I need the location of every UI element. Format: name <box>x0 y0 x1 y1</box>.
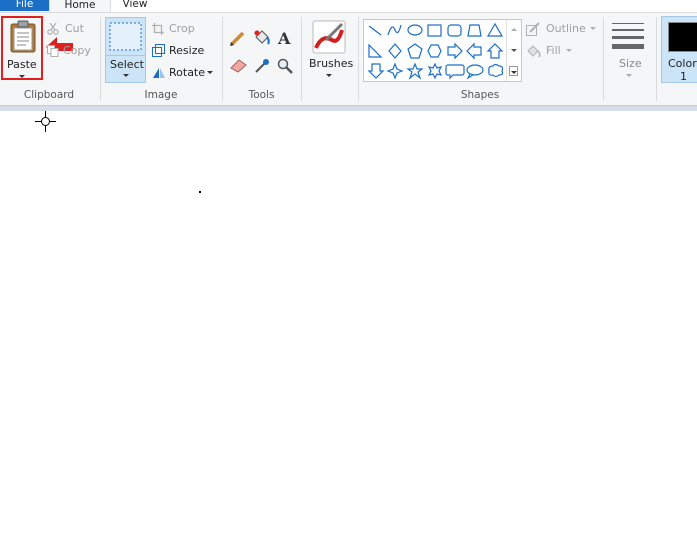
fill-icon <box>527 45 541 58</box>
resize-button[interactable]: Resize <box>152 44 207 58</box>
outline-button[interactable]: Outline <box>526 22 598 36</box>
crop-button[interactable]: Crop <box>152 22 202 36</box>
rotate-button[interactable]: Rotate <box>152 66 214 80</box>
color-picker-icon[interactable] <box>254 58 270 74</box>
line-shape-icon[interactable] <box>368 25 382 36</box>
brush-icon <box>312 20 346 54</box>
size-label: Size <box>619 57 642 70</box>
right-triangle-shape-icon[interactable] <box>368 43 383 58</box>
drawing-canvas[interactable] <box>0 111 697 537</box>
down-arrow-shape-icon[interactable] <box>367 63 385 79</box>
svg-text:A: A <box>277 30 291 46</box>
chevron-down-icon <box>326 74 332 77</box>
crop-label: Crop <box>169 22 195 35</box>
chevron-down-icon <box>19 75 25 78</box>
pentagon-shape-icon[interactable] <box>407 43 423 59</box>
scissors-icon <box>47 23 59 35</box>
rounded-rectangle-shape-icon[interactable] <box>447 24 462 37</box>
gallery-expand-icon[interactable] <box>509 66 518 76</box>
rotate-icon <box>153 68 165 78</box>
outline-icon <box>526 22 540 36</box>
select-label: Select <box>110 58 144 71</box>
fill-label: Fill <box>546 44 561 57</box>
chevron-up-icon[interactable] <box>511 28 517 31</box>
color1-button[interactable]: Color 1 <box>661 16 697 83</box>
tools-group-label: Tools <box>248 89 275 101</box>
color1-swatch <box>668 22 697 52</box>
color1-label-line2: 1 <box>680 70 687 83</box>
curve-shape-icon[interactable] <box>387 24 402 36</box>
copy-icon <box>47 45 59 57</box>
resize-label: Resize <box>169 44 205 57</box>
paste-button[interactable]: Paste <box>1 16 43 80</box>
group-separator <box>358 17 359 101</box>
brushes-label: Brushes <box>309 57 354 70</box>
polygon-shape-icon[interactable] <box>467 24 482 37</box>
chevron-down-icon[interactable] <box>511 49 517 52</box>
rotate-label: Rotate <box>169 66 206 79</box>
group-separator <box>656 17 657 101</box>
outline-label: Outline <box>546 22 586 35</box>
shapes-group-label: Shapes <box>460 89 500 101</box>
cut-label: Cut <box>65 22 84 35</box>
oval-shape-icon[interactable] <box>407 24 423 36</box>
hexagon-shape-icon[interactable] <box>427 44 442 58</box>
image-group-label: Image <box>144 89 178 101</box>
diamond-shape-icon[interactable] <box>388 43 402 59</box>
ribbon-tab-bar: File Home View <box>0 0 697 13</box>
select-button[interactable]: Select <box>105 17 146 83</box>
group-separator <box>301 17 302 101</box>
group-separator <box>603 17 604 101</box>
fill-bucket-icon[interactable] <box>253 29 271 47</box>
copy-label: Copy <box>63 44 91 57</box>
chevron-down-icon <box>566 49 572 52</box>
chevron-down-icon <box>626 74 632 77</box>
eraser-icon[interactable] <box>230 59 247 73</box>
clipboard-group-label: Clipboard <box>23 89 75 101</box>
select-rectangle-icon <box>109 22 142 51</box>
chevron-down-icon <box>590 27 596 30</box>
group-separator <box>222 17 223 101</box>
brushes-button[interactable]: Brushes <box>304 17 354 83</box>
paste-label: Paste <box>7 58 37 71</box>
fill-button[interactable]: Fill <box>526 44 576 58</box>
text-icon[interactable]: A <box>277 30 293 46</box>
crop-icon <box>152 23 164 35</box>
resize-icon <box>152 44 165 57</box>
six-point-star-shape-icon[interactable] <box>427 62 443 80</box>
tab-file[interactable]: File <box>0 0 49 11</box>
rounded-callout-shape-icon[interactable] <box>445 64 465 80</box>
rectangle-shape-icon[interactable] <box>427 24 442 37</box>
right-arrow-shape-icon[interactable] <box>447 42 463 60</box>
canvas-dot <box>199 191 201 193</box>
copy-button[interactable]: Copy <box>47 44 97 58</box>
group-separator <box>100 17 101 101</box>
left-arrow-shape-icon[interactable] <box>466 42 482 60</box>
clipboard-icon <box>10 20 36 53</box>
oval-callout-shape-icon[interactable] <box>466 64 484 80</box>
shapes-gallery <box>363 19 522 82</box>
four-point-star-shape-icon[interactable] <box>386 62 404 80</box>
crosshair-cursor-icon <box>35 111 56 132</box>
line-width-icon <box>612 23 644 49</box>
triangle-shape-icon[interactable] <box>486 22 504 37</box>
size-button[interactable]: Size <box>609 17 649 83</box>
color1-label-line1: Color <box>668 57 697 70</box>
tab-view[interactable]: View <box>110 0 160 11</box>
chevron-down-icon <box>207 71 213 74</box>
chevron-down-icon <box>123 74 129 77</box>
up-arrow-shape-icon[interactable] <box>486 43 504 59</box>
cut-button[interactable]: Cut <box>47 22 97 36</box>
cloud-callout-shape-icon[interactable] <box>488 63 504 78</box>
gallery-scroll[interactable] <box>506 20 522 81</box>
pencil-icon[interactable] <box>230 30 246 46</box>
magnifier-icon[interactable] <box>277 58 293 74</box>
five-point-star-shape-icon[interactable] <box>406 62 424 80</box>
